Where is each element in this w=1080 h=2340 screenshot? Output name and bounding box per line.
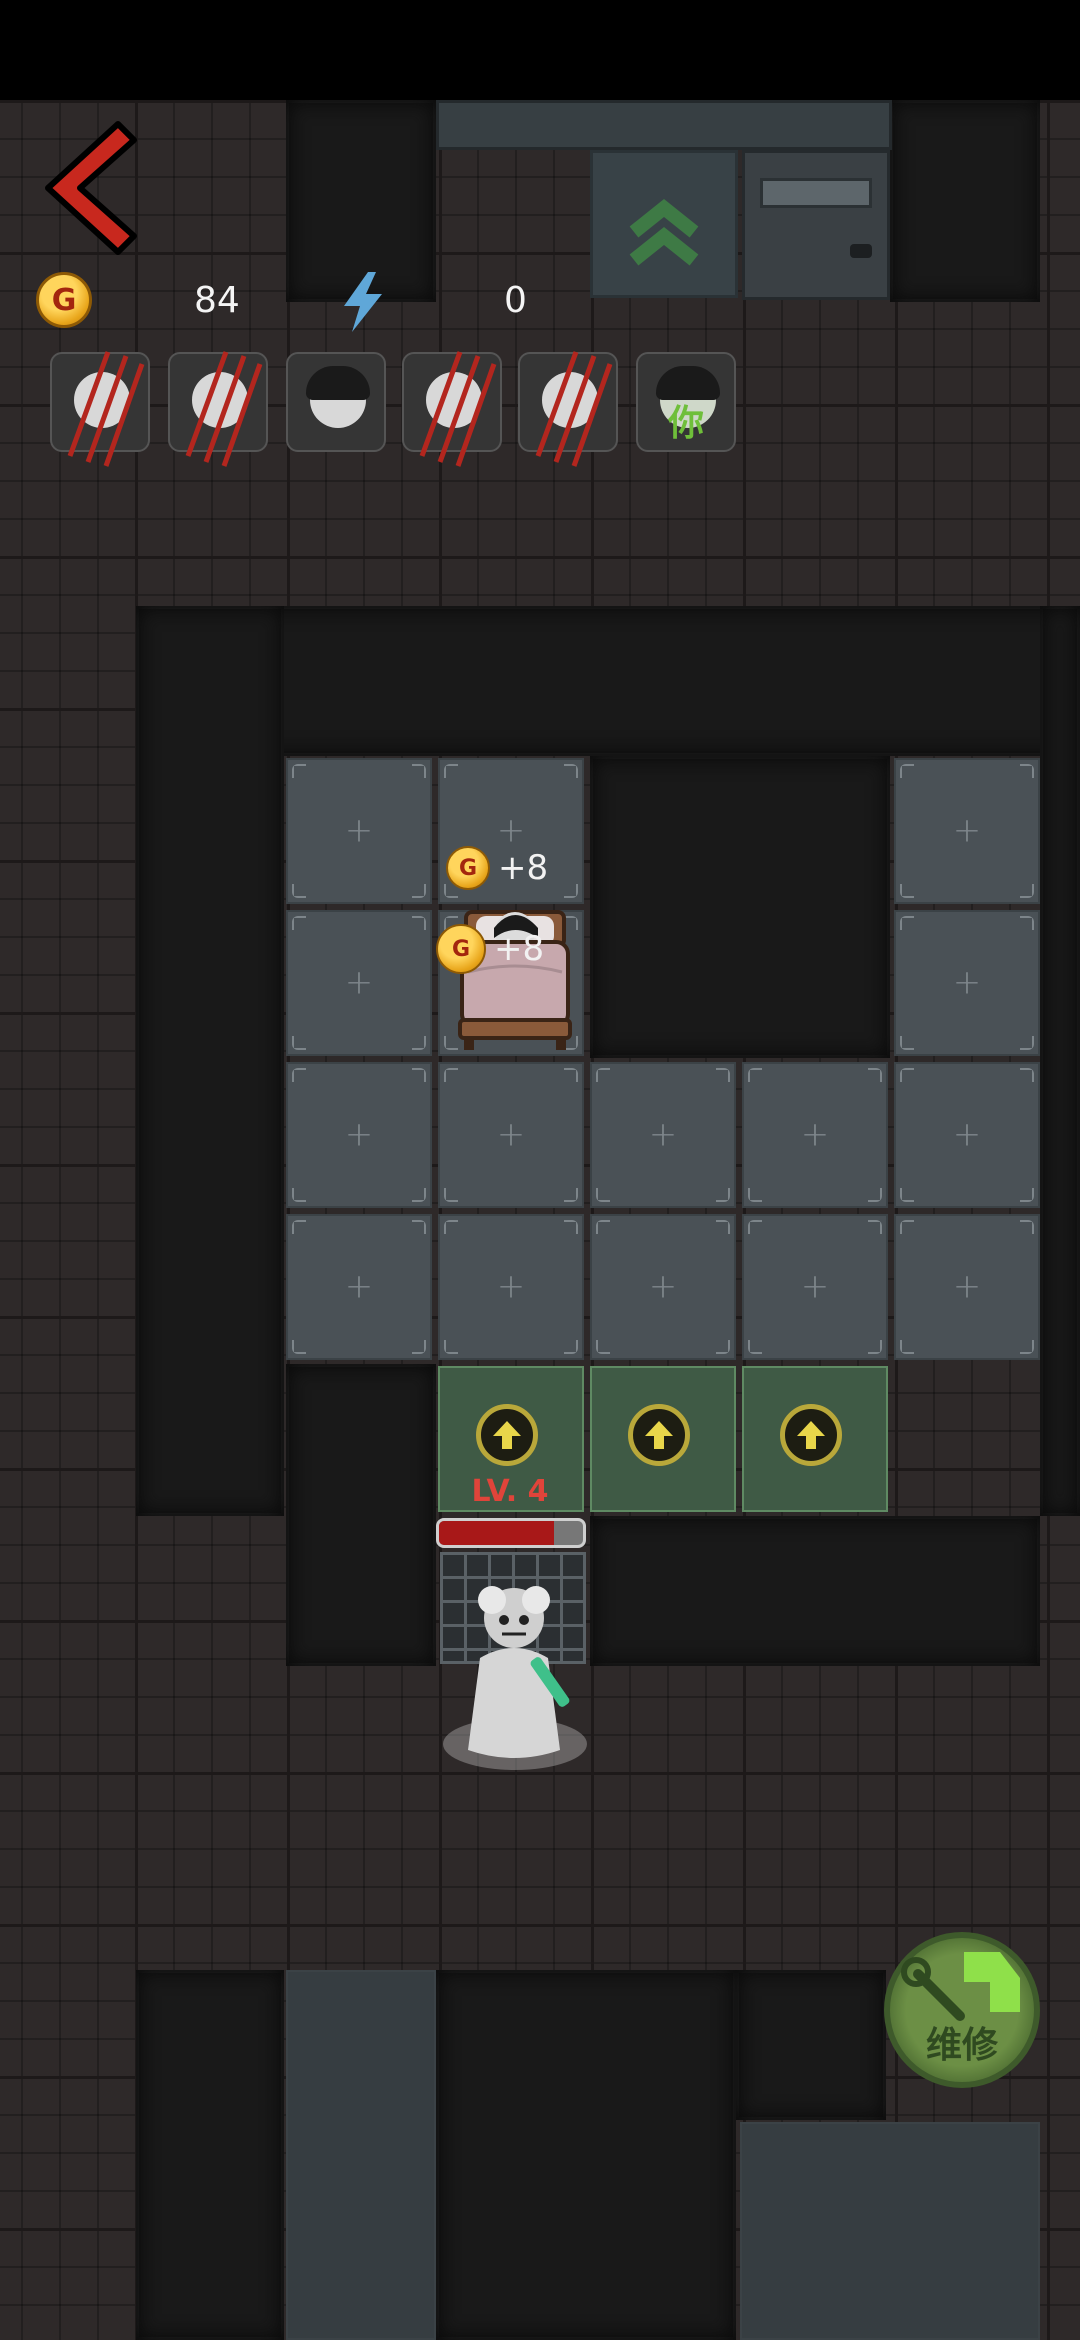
teammate-slot-1[interactable] [50,351,150,467]
door-knob [850,244,872,258]
claw-slash-icon [185,351,263,467]
claw-slash-icon [535,351,613,467]
coin-icon: G [36,272,92,328]
build-cell-r3c4[interactable]: + [742,1062,888,1208]
plus-icon: + [952,962,982,1003]
coin-icon: G [446,846,490,890]
coin-icon: G [436,924,486,974]
build-cell-r2c5[interactable]: + [894,910,1040,1056]
wall-top-right [890,100,1040,302]
gold-gain-popup-2: G +8 [436,924,544,974]
plus-icon: + [648,1114,678,1155]
gold-counter: G 84 [36,268,286,338]
upgrade-cell-3[interactable] [742,1366,888,1512]
arrow-up-icon [493,1421,521,1449]
plus-icon: + [952,1114,982,1155]
game-stage: G 84 0 你 + + + + + + + + + + + + + + + G… [0,0,1080,2340]
exit-tile[interactable] [590,150,738,298]
door[interactable] [742,150,890,300]
status-bar [0,0,1080,100]
build-cell-r4c3[interactable]: + [590,1214,736,1360]
gold-gain-popup-1: G +8 [446,846,548,890]
chevron-left-icon [45,121,137,255]
build-cell-r4c1[interactable]: + [286,1214,432,1360]
upgrade-button-3[interactable] [780,1404,842,1466]
repair-label: 维修 [925,2025,998,2066]
floor-bottom-1 [286,1970,436,2340]
plus-icon: + [344,1114,374,1155]
back-button[interactable] [40,118,140,258]
teammate-slot-3[interactable] [286,352,386,452]
enemy-health-fill [439,1521,555,1545]
plus-icon: + [496,1266,526,1307]
upgrade-button-2[interactable] [628,1404,690,1466]
claw-slash-icon [419,351,497,467]
plus-icon: + [344,810,374,851]
wall-corridor-right [590,1516,1040,1666]
claw-slash-icon [67,351,145,467]
ghost-enemy[interactable] [440,1554,610,1774]
wall-room-outer-right [1040,606,1080,1516]
teammate-hair [306,366,370,400]
arrow-up-icon [797,1421,825,1449]
wall-bottom-b [436,1970,736,2340]
build-cell-r3c1[interactable]: + [286,1062,432,1208]
floor-bottom-2 [740,2122,1040,2340]
top-corridor-floor [436,100,892,150]
door-window [760,178,872,208]
build-cell-r3c3[interactable]: + [590,1062,736,1208]
plus-icon: + [496,810,526,851]
plus-icon: + [800,1266,830,1307]
build-cell-r4c2[interactable]: + [438,1214,584,1360]
repair-button[interactable]: 维修 [884,1932,1040,2088]
build-cell-r4c4[interactable]: + [742,1214,888,1360]
plus-icon: + [952,1266,982,1307]
teammate-slot-you[interactable]: 你 [636,352,736,452]
wall-room-inner-block [590,756,890,1058]
gold-amount: 84 [194,280,240,321]
gain-amount: +8 [494,929,545,969]
wall-bottom-c [736,1970,886,2120]
upgrade-cell-2[interactable] [590,1366,736,1512]
enemy-level-label: LV. 4 [471,1474,549,1509]
wall-room-outer-left [136,606,284,1516]
double-chevron-up-icon [629,199,699,266]
energy-counter: 0 [330,268,560,338]
arrow-up-icon [645,1421,673,1449]
plus-icon: + [344,1266,374,1307]
build-cell-r1c5[interactable]: + [894,758,1040,904]
upgrade-button-1[interactable] [476,1404,538,1466]
plus-icon: + [496,1114,526,1155]
build-cell-r2c1[interactable]: + [286,910,432,1056]
plus-icon: + [952,810,982,851]
build-cell-r3c5[interactable]: + [894,1062,1040,1208]
build-cell-r4c5[interactable]: + [894,1214,1040,1360]
lightning-icon [344,272,382,332]
energy-amount: 0 [504,280,527,321]
build-cell-r3c2[interactable]: + [438,1062,584,1208]
teammate-slot-5[interactable] [518,351,618,467]
wall-bottom-a [136,1970,284,2340]
enemy-health-bar [436,1518,586,1548]
build-cell-r1c1[interactable]: + [286,758,432,904]
plus-icon: + [344,962,374,1003]
plus-icon: + [800,1114,830,1155]
wall-corridor-left [286,1364,436,1666]
plus-icon: + [648,1266,678,1307]
teammate-slot-2[interactable] [168,351,268,467]
you-label: 你 [667,403,704,444]
gain-amount: +8 [498,848,549,888]
teammate-slot-4[interactable] [402,351,502,467]
